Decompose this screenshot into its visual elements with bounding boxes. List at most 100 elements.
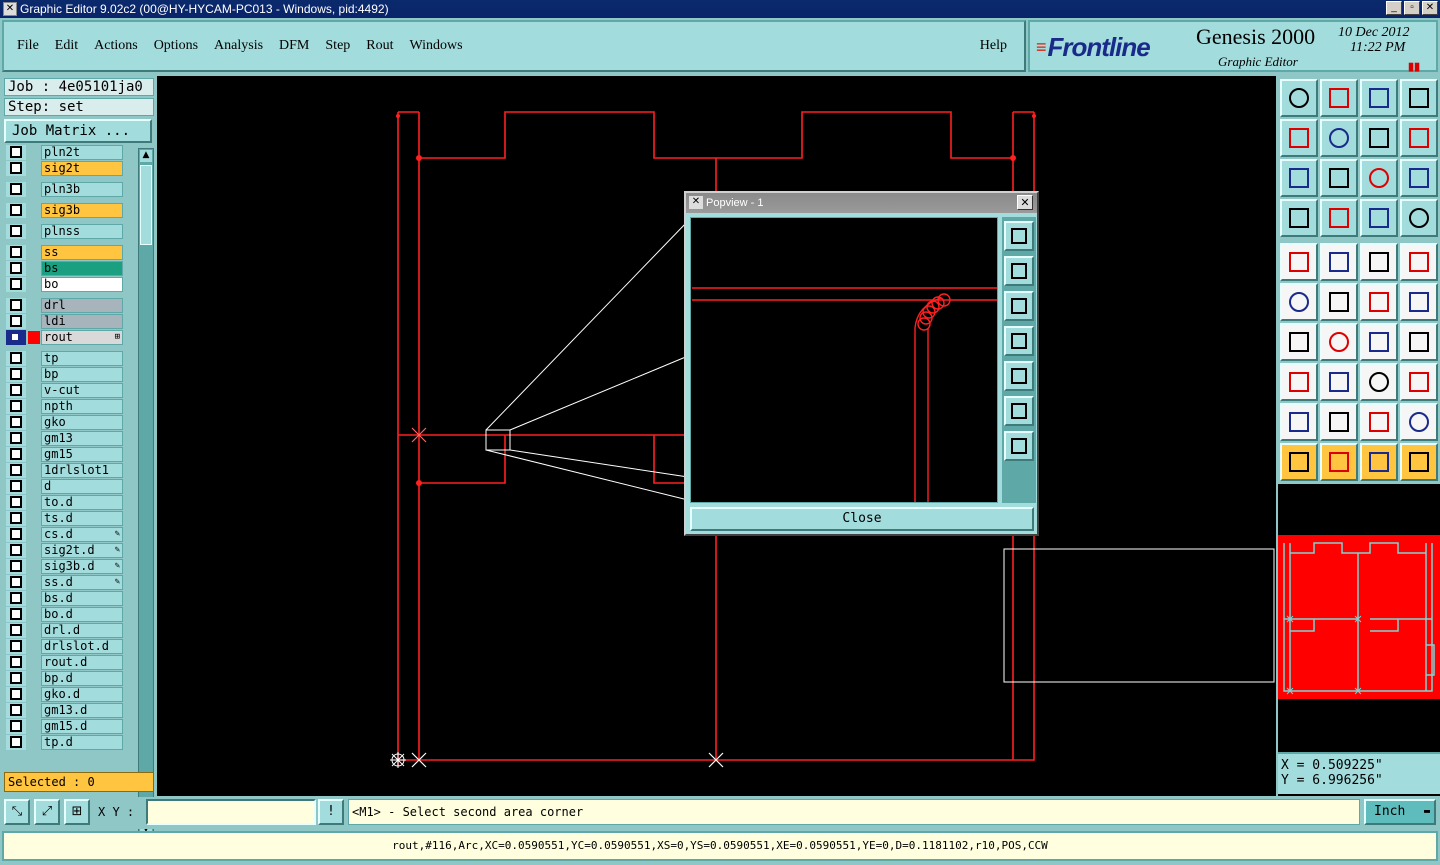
layer-row[interactable]: ss.d ✎ (6, 575, 128, 590)
feature-add-icon[interactable] (1280, 243, 1318, 281)
layer-row[interactable]: pln2t (6, 145, 128, 160)
layer-name[interactable]: bs.d (41, 591, 123, 606)
shapes-icon[interactable] (1400, 363, 1438, 401)
layer-row[interactable]: sig2t.d ✎ (6, 543, 128, 558)
layer-name[interactable]: gm15 (41, 447, 123, 462)
layer-name[interactable]: sig2t.d ✎ (41, 543, 123, 558)
layer-row[interactable]: plnss (6, 224, 128, 239)
menu-windows[interactable]: Windows (410, 38, 463, 54)
layer-row[interactable]: gko.d (6, 687, 128, 702)
layer-checkbox[interactable] (6, 687, 26, 702)
layer-row[interactable]: rout.d (6, 655, 128, 670)
layer-name[interactable]: rout.d (41, 655, 123, 670)
layer-name[interactable]: bp (41, 367, 123, 382)
layer-name[interactable]: bs (41, 261, 123, 276)
layer-row[interactable]: gm15 (6, 447, 128, 462)
layer-row[interactable]: 1drlslot1 (6, 463, 128, 478)
popview-close-icon[interactable]: ✕ (1017, 195, 1033, 210)
layer-color-swatch[interactable] (28, 331, 40, 344)
layer-row[interactable]: ts.d (6, 511, 128, 526)
pan-right-icon[interactable] (1320, 119, 1358, 157)
layer-row[interactable]: sig2t (6, 161, 128, 176)
layer-name[interactable]: drl (41, 298, 123, 313)
layer-checkbox[interactable] (6, 703, 26, 718)
help-icon[interactable] (1400, 159, 1438, 197)
scroll-up-icon[interactable]: ▲ (140, 150, 152, 162)
layer-row[interactable]: drl.d (6, 623, 128, 638)
menu-step[interactable]: Step (325, 38, 350, 54)
popview-pan-up-icon[interactable] (1004, 256, 1034, 286)
layer-row[interactable]: gm15.d (6, 719, 128, 734)
layer-row[interactable]: bs (6, 261, 128, 276)
layer-checkbox[interactable] (6, 527, 26, 542)
menu-analysis[interactable]: Analysis (214, 38, 263, 54)
layer-row[interactable]: sig3b.d ✎ (6, 559, 128, 574)
break-icon[interactable] (1320, 363, 1358, 401)
layer-name[interactable]: d (41, 479, 123, 494)
pause-icon[interactable]: ▮▮ (1408, 60, 1420, 73)
layer-name[interactable]: bo (41, 277, 123, 292)
layer-name[interactable]: v-cut (41, 383, 123, 398)
move-icon[interactable] (1360, 283, 1398, 321)
layer-name[interactable]: ldi (41, 314, 123, 329)
ruler-icon[interactable] (1360, 243, 1398, 281)
undo-icon[interactable] (1360, 119, 1398, 157)
polygon-icon[interactable] (1360, 403, 1398, 441)
route-icon[interactable] (1400, 443, 1438, 481)
layer-row[interactable]: bo (6, 277, 128, 292)
layer-row[interactable]: drlslot.d (6, 639, 128, 654)
layer-row[interactable]: bp.d (6, 671, 128, 686)
layer-name[interactable]: sig3b (41, 203, 123, 218)
layer-name[interactable]: drl.d (41, 623, 123, 638)
layer-row[interactable]: tp.d (6, 735, 128, 750)
select-box-icon[interactable] (1320, 443, 1358, 481)
popview-zoom-in-icon[interactable] (1004, 431, 1034, 461)
layer-checkbox[interactable] (6, 203, 26, 218)
layer-row[interactable]: npth (6, 399, 128, 414)
resize-icon[interactable] (1280, 363, 1318, 401)
close-window-button[interactable]: ✕ (1422, 1, 1438, 15)
layer-checkbox[interactable] (6, 511, 26, 526)
popview-pan-down-icon[interactable] (1004, 291, 1034, 321)
layer-checkbox[interactable] (6, 447, 26, 462)
layer-checkbox[interactable] (6, 261, 26, 276)
menu-dfm[interactable]: DFM (279, 38, 309, 54)
redo-icon[interactable] (1400, 119, 1438, 157)
pan-up-home-icon[interactable] (1280, 79, 1318, 117)
layer-checkbox[interactable] (6, 559, 26, 574)
layer-row[interactable]: cs.d ✎ (6, 527, 128, 542)
layer-name[interactable]: gko (41, 415, 123, 430)
layer-row[interactable]: d (6, 479, 128, 494)
layer-scrollbar[interactable]: ▲ ▼ (138, 148, 154, 838)
layer-checkbox[interactable] (6, 224, 26, 239)
select-pointer-icon[interactable] (1360, 443, 1398, 481)
xy-input[interactable] (146, 799, 316, 825)
scrollbar-thumb[interactable] (140, 165, 152, 245)
line-angle-icon[interactable] (1280, 323, 1318, 361)
polygon-alt-icon[interactable] (1400, 403, 1438, 441)
zoom-fit-icon[interactable] (1280, 159, 1318, 197)
layer-checkbox[interactable] (6, 298, 26, 313)
layer-checkbox[interactable] (6, 655, 26, 670)
layer-row[interactable]: to.d (6, 495, 128, 510)
layer-name[interactable]: npth (41, 399, 123, 414)
layer-name[interactable]: tp (41, 351, 123, 366)
layer-row[interactable]: tp (6, 351, 128, 366)
layer-name[interactable]: 1drlslot1 (41, 463, 123, 478)
layer-checkbox[interactable] (6, 623, 26, 638)
layer-checkbox[interactable] (6, 330, 26, 345)
layer-checkbox[interactable] (6, 314, 26, 329)
layer-checkbox[interactable] (6, 719, 26, 734)
layer-name[interactable]: pln2t (41, 145, 123, 160)
menu-rout[interactable]: Rout (366, 38, 393, 54)
layer-checkbox[interactable] (6, 182, 26, 197)
units-select[interactable]: Inch ▬ (1364, 799, 1436, 825)
layer-name[interactable]: bp.d (41, 671, 123, 686)
layer-name[interactable]: to.d (41, 495, 123, 510)
layer-name[interactable]: ts.d (41, 511, 123, 526)
menu-edit[interactable]: Edit (55, 38, 78, 54)
line-draw-icon[interactable] (1320, 323, 1358, 361)
popview-zoom-out-icon[interactable] (1004, 396, 1034, 426)
window-split-icon[interactable] (1400, 79, 1438, 117)
pan-down-icon[interactable] (1320, 79, 1358, 117)
